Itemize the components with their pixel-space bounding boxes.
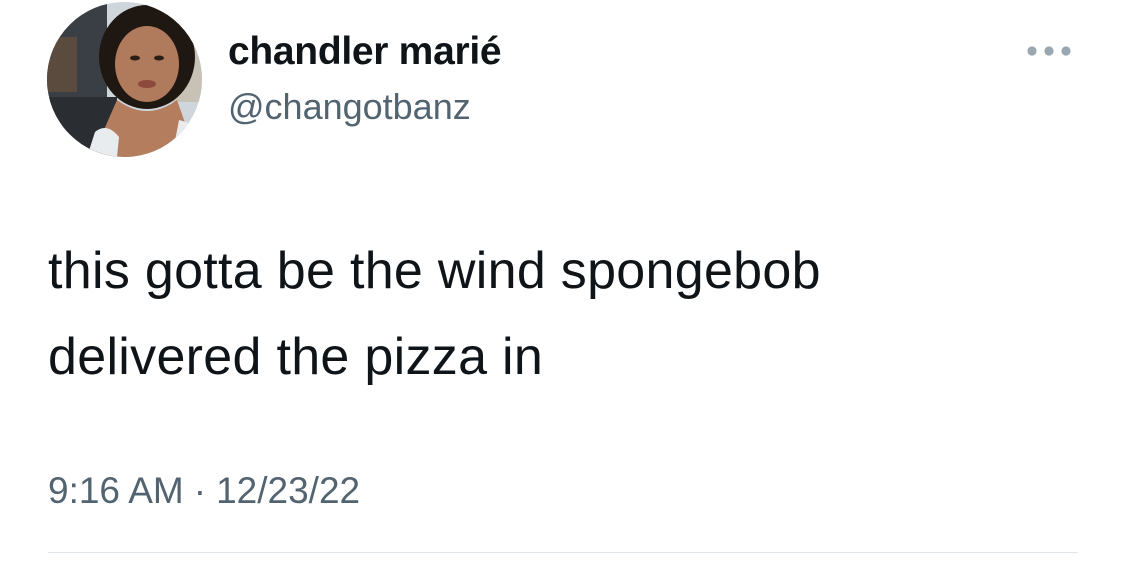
tweet-time: 9:16 AM	[48, 470, 184, 511]
display-name[interactable]: chandler marié	[228, 30, 502, 74]
tweet-timestamp[interactable]: 9:16 AM · 12/23/22	[48, 470, 360, 512]
tweet-text: this gotta be the wind spongebob deliver…	[48, 228, 1088, 400]
avatar[interactable]	[47, 2, 202, 157]
avatar-image	[47, 2, 202, 157]
tweet-text-line: this gotta be the wind spongebob	[48, 242, 821, 300]
tweet-date: 12/23/22	[216, 470, 361, 511]
username-handle[interactable]: @changotbanz	[228, 86, 471, 128]
meta-separator: ·	[193, 470, 207, 511]
divider	[48, 552, 1078, 553]
more-horizontal-icon	[1027, 46, 1071, 56]
more-options-button[interactable]	[1022, 34, 1076, 68]
tweet-text-line: delivered the pizza in	[48, 328, 544, 386]
